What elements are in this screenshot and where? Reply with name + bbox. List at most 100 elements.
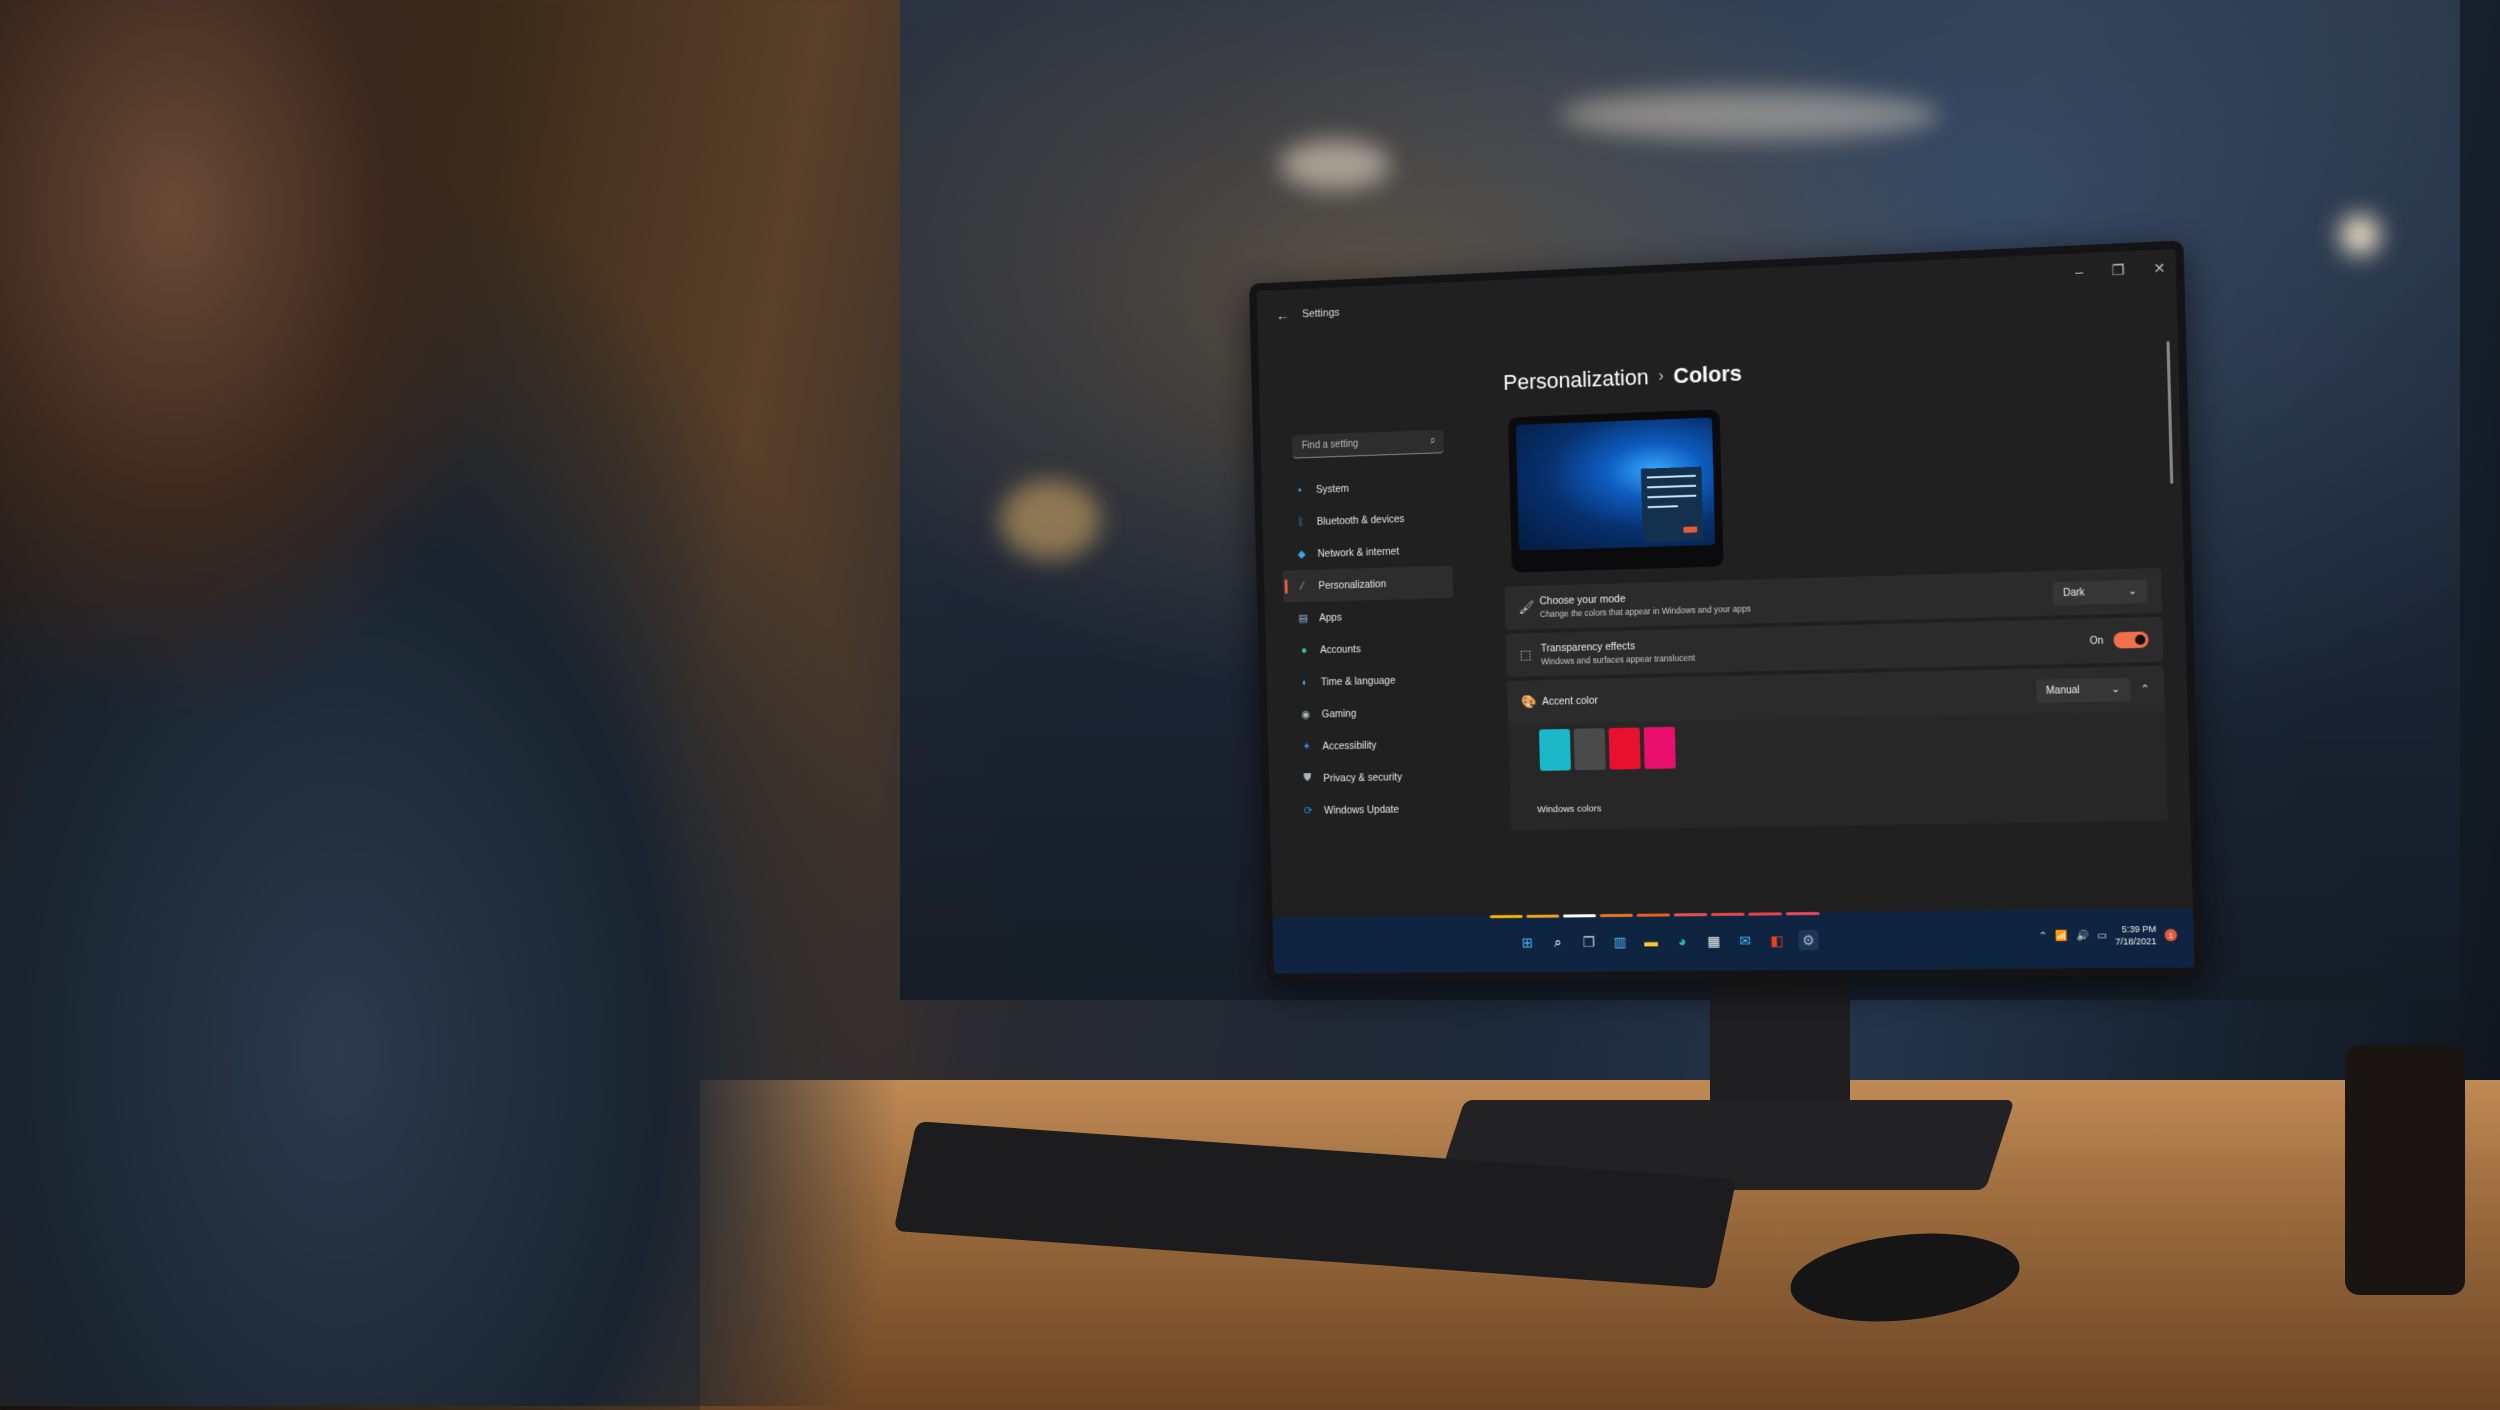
windows-color-swatch[interactable]	[1599, 913, 1633, 918]
windows-color-swatch[interactable]	[1748, 912, 1783, 916]
battery-icon[interactable]: ▭	[2097, 930, 2107, 941]
task-view-icon[interactable]: ❐	[1579, 932, 1599, 952]
sidebar-item-accounts[interactable]: ● Accounts	[1284, 630, 1455, 666]
windows-color-swatch[interactable]	[1526, 914, 1560, 918]
system-icon: ▪	[1298, 484, 1303, 496]
widgets-icon[interactable]: ▥	[1610, 932, 1630, 952]
window-controls: – ❐ ✕	[2075, 260, 2166, 281]
windows-color-swatch[interactable]	[1785, 911, 1820, 916]
sidebar-item-label: Accounts	[1319, 642, 1361, 656]
transparency-toggle[interactable]	[2113, 631, 2149, 649]
chevron-down-icon: ⌄	[2111, 683, 2120, 695]
color-swatch[interactable]	[1573, 728, 1606, 771]
sidebar-item-label: Accessibility	[1322, 739, 1377, 752]
color-swatch[interactable]	[1608, 727, 1641, 770]
mode-value: Dark	[2063, 586, 2085, 599]
wifi-icon[interactable]: 📶	[2055, 930, 2068, 941]
mail-icon[interactable]: ✉	[1735, 931, 1755, 951]
background-light	[1280, 140, 1390, 190]
settings-icon[interactable]: ⚙	[1798, 930, 1819, 951]
sidebar-item-apps[interactable]: ▤ Apps	[1283, 598, 1454, 635]
volume-icon[interactable]: 🔊	[2076, 930, 2089, 941]
file-explorer-icon[interactable]: ▬	[1641, 931, 1661, 951]
update-icon: ⟳	[1303, 805, 1313, 817]
mode-dropdown[interactable]: Dark ⌄	[2052, 578, 2148, 605]
app-title: Settings	[1302, 306, 1340, 321]
search-icon[interactable]: ⌕	[1430, 435, 1436, 448]
search-input[interactable]	[1299, 435, 1418, 453]
back-arrow-icon[interactable]: ←	[1276, 307, 1289, 323]
windows-color-swatch[interactable]	[1489, 914, 1523, 919]
palette-icon: 🎨	[1520, 694, 1537, 710]
sidebar-item-label: Privacy & security	[1323, 770, 1403, 785]
accent-title: Accent color	[1541, 694, 1599, 708]
search-icon[interactable]: ⌕	[1548, 932, 1568, 952]
search-box[interactable]: ⌕	[1292, 429, 1444, 459]
clock-time: 5:39 PM	[2121, 923, 2157, 935]
sidebar-item-personalization[interactable]: ⁄ Personalization	[1282, 565, 1454, 603]
scrollbar[interactable]	[2166, 341, 2174, 484]
clock-globe-icon: ◐	[1301, 676, 1309, 689]
person	[0, 0, 1000, 1406]
windows-color-swatch[interactable]	[1563, 914, 1596, 918]
chevron-up-icon[interactable]: ⌃	[2039, 930, 2048, 941]
breadcrumb-separator: ›	[1658, 367, 1664, 385]
sidebar-item-privacy-security[interactable]: ⛊ Privacy & security	[1287, 760, 1458, 795]
sidebar-item-bluetooth-devices[interactable]: ᛒ Bluetooth & devices	[1281, 501, 1452, 539]
preview-wallpaper	[1515, 417, 1716, 551]
clock[interactable]: 5:39 PM 7/18/2021	[2115, 923, 2157, 948]
gamepad-icon: ◉	[1301, 708, 1311, 721]
sidebar-item-label: System	[1315, 482, 1350, 496]
transparency-icon: ⬚	[1519, 646, 1532, 662]
close-button[interactable]: ✕	[2153, 260, 2166, 278]
office-icon[interactable]: ◧	[1767, 930, 1787, 950]
minimize-button[interactable]: –	[2075, 263, 2083, 281]
store-icon[interactable]: ▦	[1704, 931, 1724, 951]
sidebar-item-label: Personalization	[1318, 577, 1387, 592]
recent-colors	[1538, 726, 1676, 771]
accent-dropdown[interactable]: Manual ⌄	[2035, 677, 2131, 703]
start-icon[interactable]: ⊞	[1517, 933, 1537, 953]
transparency-subtitle: Windows and surfaces appear translucent	[1540, 652, 1695, 667]
chevron-up-icon[interactable]: ⌃	[2140, 682, 2150, 695]
theme-preview	[1507, 409, 1724, 573]
sidebar-item-label: Time & language	[1320, 674, 1396, 688]
breadcrumb: Personalization › Colors	[1503, 361, 1742, 396]
sidebar-item-label: Apps	[1319, 611, 1342, 624]
windows-color-swatch[interactable]	[1710, 912, 1745, 917]
apps-icon: ▤	[1298, 612, 1309, 625]
accessibility-icon: ✦	[1302, 741, 1312, 753]
color-swatch[interactable]	[1643, 726, 1676, 769]
sidebar-item-accessibility[interactable]: ✦ Accessibility	[1286, 727, 1457, 763]
edge-icon[interactable]: ◕	[1672, 931, 1692, 951]
background-light	[1560, 90, 1940, 140]
settings-window: ← Settings – ❐ ✕ ⌕ ▪ System ᛒ Bluetooth & d…	[1256, 248, 2195, 974]
sidebar-item-time-language[interactable]: ◐ Time & language	[1285, 663, 1456, 699]
sidebar-item-windows-update[interactable]: ⟳ Windows Update	[1288, 792, 1459, 827]
windows-color-swatch[interactable]	[1636, 913, 1670, 917]
accounts-icon: ●	[1300, 644, 1308, 657]
clock-date: 7/18/2021	[2115, 936, 2157, 947]
breadcrumb-parent[interactable]: Personalization	[1503, 364, 1649, 395]
brush-icon: ⁄	[1301, 580, 1304, 592]
sidebar-item-label: Bluetooth & devices	[1316, 512, 1405, 528]
system-tray: ⌃ 📶 🔊 ▭ 5:39 PM 7/18/2021 1	[2038, 923, 2178, 949]
page-title: Colors	[1673, 360, 1743, 389]
chevron-down-icon: ⌄	[2128, 585, 2138, 597]
transparency-state: On	[2089, 635, 2104, 647]
maximize-button[interactable]: ❐	[2111, 261, 2124, 279]
sidebar-item-network-internet[interactable]: ◆ Network & internet	[1282, 533, 1453, 570]
notification-badge[interactable]: 1	[2164, 928, 2178, 942]
transparency-title: Transparency effects	[1540, 640, 1636, 655]
taskbar-apps: ⊞ ⌕ ❐ ▥ ▬ ◕ ▦ ✉ ◧ ⚙	[1517, 930, 1819, 953]
sidebar-item-label: Windows Update	[1323, 803, 1400, 817]
brush-mode-icon: 🖌	[1518, 599, 1535, 615]
sidebar-item-label: Gaming	[1321, 707, 1357, 720]
color-swatch[interactable]	[1538, 728, 1571, 771]
sidebar-item-gaming[interactable]: ◉ Gaming	[1286, 695, 1457, 731]
windows-colors	[1489, 911, 1820, 919]
mug	[2345, 1045, 2465, 1295]
windows-color-swatch[interactable]	[1673, 913, 1708, 917]
preview-window	[1640, 466, 1704, 542]
accent-value: Manual	[2045, 684, 2080, 697]
